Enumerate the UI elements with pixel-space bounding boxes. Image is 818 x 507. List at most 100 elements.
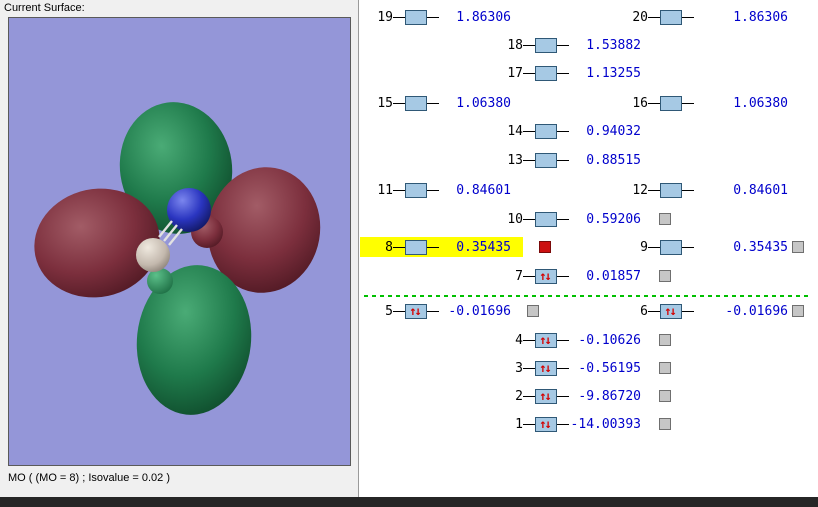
- level-line: [523, 395, 535, 397]
- orbital-box[interactable]: ↑↓: [535, 388, 557, 404]
- level-line: [427, 246, 439, 248]
- orbital-checkbox-1[interactable]: [659, 418, 671, 430]
- orbital-box[interactable]: [660, 182, 682, 198]
- orbital-box[interactable]: [660, 95, 682, 111]
- orbital-energy: 0.88515: [586, 152, 641, 168]
- orbital-checkbox-9[interactable]: [792, 241, 804, 253]
- level-line: [523, 275, 535, 277]
- orbital-number: 8: [385, 239, 393, 255]
- level-line: [523, 423, 535, 425]
- electron-pair-icon: ↑↓: [539, 333, 552, 347]
- orbital-level: 6 ↑↓ -0.01696: [620, 301, 788, 321]
- orbital-checkbox-7[interactable]: [659, 270, 671, 282]
- orbital-checkbox-3[interactable]: [659, 362, 671, 374]
- orbital-energy: 0.94032: [586, 123, 641, 139]
- orbital-row-16: 16 1.06380: [620, 93, 788, 113]
- level-line: [427, 102, 439, 104]
- electron-pair-icon: ↑↓: [664, 304, 677, 318]
- orbital-number: 15: [377, 95, 393, 111]
- orbital-checkbox-6[interactable]: [792, 305, 804, 317]
- orbital-box[interactable]: [535, 211, 557, 227]
- orbital-level: 2 ↑↓ -9.86720: [495, 386, 641, 406]
- orbital-row-15: 15 1.06380: [365, 93, 511, 113]
- orbital-checkbox-2[interactable]: [659, 390, 671, 402]
- orbital-box[interactable]: [405, 182, 427, 198]
- orbital-number: 5: [385, 303, 393, 319]
- orbital-box[interactable]: [535, 65, 557, 81]
- orbital-checkbox-8-active[interactable]: [539, 241, 551, 253]
- orbital-number: 9: [640, 239, 648, 255]
- orbital-box[interactable]: [405, 95, 427, 111]
- level-line: [427, 310, 439, 312]
- level-line: [557, 218, 569, 220]
- orbital-number: 19: [377, 9, 393, 25]
- orbital-row-2: 2 ↑↓ -9.86720: [495, 386, 671, 406]
- level-line: [648, 246, 660, 248]
- orbital-number: 13: [507, 152, 523, 168]
- orbital-number: 3: [515, 360, 523, 376]
- orbital-checkbox-5[interactable]: [527, 305, 539, 317]
- orbital-row-14: 14 0.94032: [495, 121, 641, 141]
- level-line: [648, 16, 660, 18]
- level-line: [648, 310, 660, 312]
- zero-energy-separator: [364, 295, 808, 297]
- surface-panel: Current Surface: MO ((MO = 8) ; Isovalu…: [0, 0, 359, 497]
- orbital-row-9: 9 0.35435: [620, 237, 804, 257]
- orbital-row-12: 12 0.84601: [620, 180, 788, 200]
- electron-pair-icon: ↑↓: [539, 417, 552, 431]
- orbital-number: 12: [632, 182, 648, 198]
- orbital-box[interactable]: [660, 239, 682, 255]
- orbital-box[interactable]: ↑↓: [660, 303, 682, 319]
- level-line: [557, 339, 569, 341]
- orbital-box[interactable]: [535, 37, 557, 53]
- level-line: [393, 246, 405, 248]
- electron-pair-icon: ↑↓: [539, 389, 552, 403]
- level-line: [682, 102, 694, 104]
- level-line: [393, 310, 405, 312]
- orbital-energy: 0.84601: [456, 182, 511, 198]
- orbital-energy: 0.59206: [586, 211, 641, 227]
- orbital-energy: 0.01857: [586, 268, 641, 284]
- orbital-box[interactable]: [405, 9, 427, 25]
- level-line: [682, 246, 694, 248]
- orbital-box[interactable]: ↑↓: [535, 416, 557, 432]
- level-line: [557, 423, 569, 425]
- orbital-box[interactable]: [660, 9, 682, 25]
- background-window-strip: [0, 497, 818, 507]
- orbital-row-1: 1 ↑↓ -14.00393: [495, 414, 671, 434]
- orbital-checkbox-4[interactable]: [659, 334, 671, 346]
- level-line: [523, 159, 535, 161]
- orbital-level-highlighted: 8 0.35435: [360, 237, 523, 257]
- orbital-number: 14: [507, 123, 523, 139]
- level-line: [557, 130, 569, 132]
- orbital-box[interactable]: [535, 123, 557, 139]
- orbital-checkbox-10[interactable]: [659, 213, 671, 225]
- orbital-energy: -0.10626: [578, 332, 641, 348]
- orbital-box[interactable]: ↑↓: [535, 268, 557, 284]
- level-line: [523, 44, 535, 46]
- orbital-level: 3 ↑↓ -0.56195: [495, 358, 641, 378]
- molecule-3d-viewport[interactable]: [8, 17, 351, 466]
- orbital-row-6: 6 ↑↓ -0.01696: [620, 301, 804, 321]
- orbital-box[interactable]: ↑↓: [535, 360, 557, 376]
- orbital-energy: 0.84601: [733, 182, 788, 198]
- orbital-energy: -14.00393: [570, 416, 641, 432]
- orbital-level: 11 0.84601: [365, 180, 511, 200]
- level-line: [393, 102, 405, 104]
- orbital-number: 20: [632, 9, 648, 25]
- level-line: [523, 367, 535, 369]
- orbital-energy: 1.86306: [733, 9, 788, 25]
- center-green-sphere: [147, 268, 173, 294]
- orbital-box[interactable]: ↑↓: [405, 303, 427, 319]
- surface-panel-title: Current Surface:: [4, 2, 85, 14]
- orbital-row-13: 13 0.88515: [495, 150, 641, 170]
- orbital-level: 17 1.13255: [495, 63, 641, 83]
- orbital-box[interactable]: [535, 152, 557, 168]
- orbital-box[interactable]: ↑↓: [535, 332, 557, 348]
- orbital-box[interactable]: [405, 239, 427, 255]
- level-line: [557, 72, 569, 74]
- level-line: [393, 189, 405, 191]
- orbital-level: 5 ↑↓ -0.01696: [365, 301, 511, 321]
- surface-status-text: MO ( (MO = 8) ; Isovalue = 0.02 ): [8, 472, 170, 484]
- level-line: [682, 189, 694, 191]
